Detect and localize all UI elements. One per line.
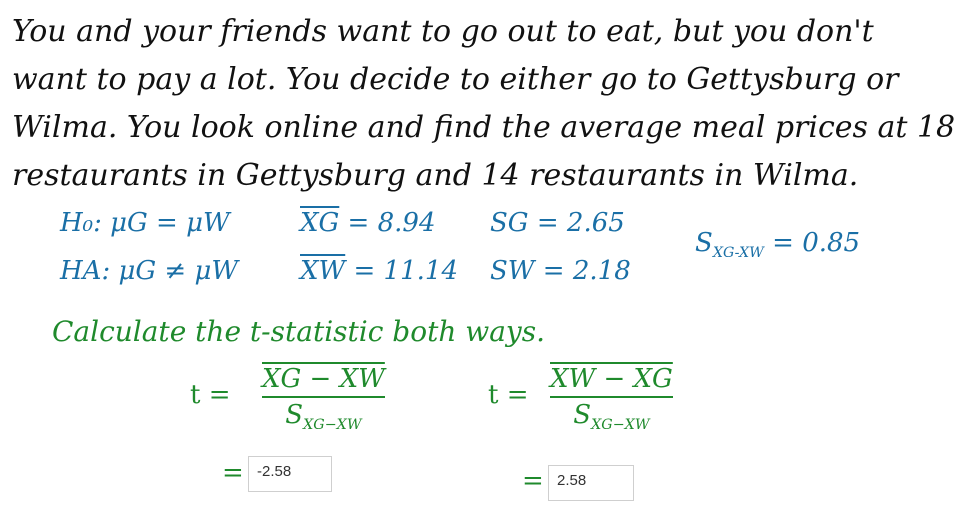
standard-error-subscript: XG-XW [712,245,764,262]
sd-gettysburg: SG = 2.65 [490,208,625,238]
alternative-hypothesis: HA: μG ≠ μW [60,256,239,286]
problem-line-2: want to pay a lot. You decide to either … [12,62,899,97]
formula1-t-label: t = [190,380,231,410]
sd-wilma: SW = 2.18 [490,256,631,286]
answer1-input[interactable]: -2.58 [248,456,332,492]
mean-wilma-symbol: XW [300,256,346,286]
formula1-numerator: XG − XW [262,364,385,394]
formula2-denominator: SXG−XW [573,400,650,434]
mean-gettysburg-symbol: XG [300,208,340,238]
mean-wilma-value: = 11.14 [353,256,458,286]
mean-wilma: XW = 11.14 [300,256,458,286]
standard-error-value: = 0.85 [772,228,861,258]
standard-error: SXG-XW = 0.85 [695,228,860,261]
answer1-equals: = [222,458,244,488]
instruction: Calculate the t-statistic both ways. [52,315,546,348]
answer2-equals: = [522,466,544,496]
formula1-fraction: XG − XW SXG−XW [262,364,385,433]
formula1-denominator: SXG−XW [285,400,362,434]
mean-gettysburg: XG = 8.94 [300,208,436,238]
problem-line-1: You and your friends want to go out to e… [12,14,874,49]
formula2-numerator: XW − XG [550,364,673,394]
formula2-t-label: t = [488,380,529,410]
null-hypothesis: H₀: μG = μW [60,208,230,238]
problem-line-4: restaurants in Gettysburg and 14 restaur… [12,158,859,193]
problem-line-3: Wilma. You look online and find the aver… [12,110,955,145]
formula2-fraction: XW − XG SXG−XW [550,364,673,433]
standard-error-symbol: S [695,228,713,258]
mean-gettysburg-value: = 8.94 [347,208,436,238]
formula2-fraction-bar [550,396,673,398]
formula1-fraction-bar [262,396,385,398]
answer2-input[interactable]: 2.58 [548,465,634,501]
